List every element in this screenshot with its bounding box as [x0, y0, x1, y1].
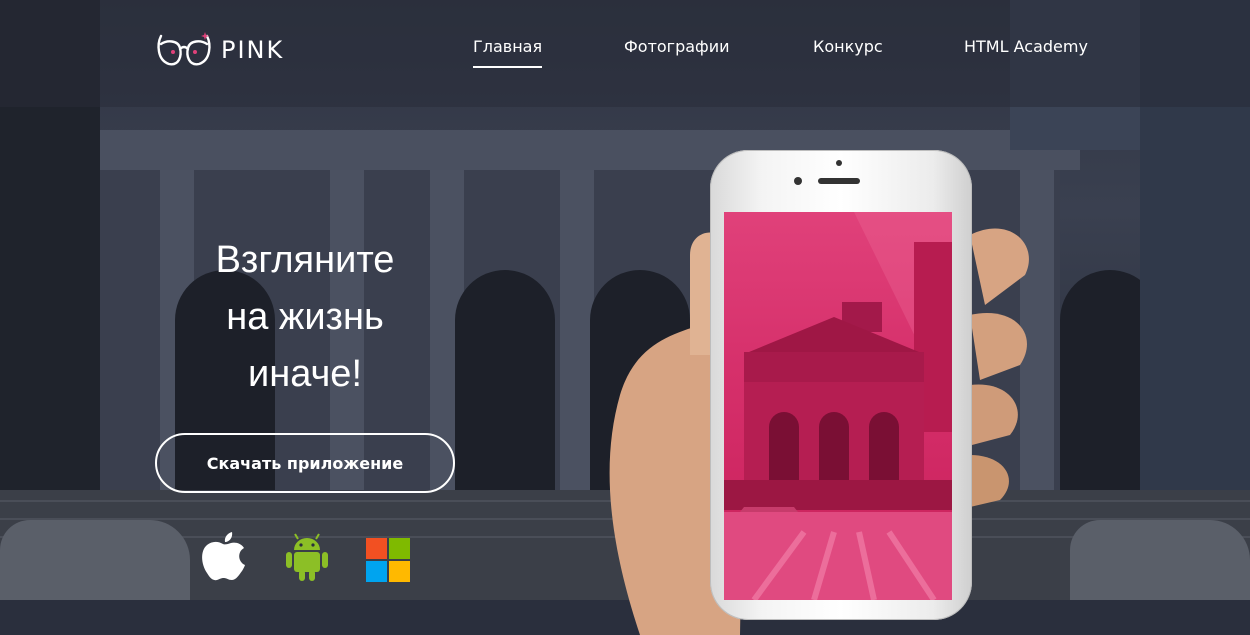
- nav-item-photos[interactable]: Фотографии: [624, 37, 730, 66]
- phone-speaker: [818, 178, 860, 184]
- hero-headline: Взгляните на жизнь иначе!: [160, 232, 450, 403]
- headline-line: Взгляните: [215, 239, 395, 281]
- phone-screen: [724, 212, 952, 600]
- main-nav: Главная Фотографии Конкурс HTML Academy: [0, 37, 1250, 77]
- phone-camera: [794, 177, 802, 185]
- phone-sensor: [836, 160, 842, 166]
- windows-icon[interactable]: [366, 538, 410, 582]
- android-icon[interactable]: [285, 532, 329, 582]
- headline-line: иначе!: [248, 353, 362, 395]
- download-app-button[interactable]: Скачать приложение: [155, 433, 455, 493]
- nav-item-contest[interactable]: Конкурс: [813, 37, 883, 66]
- headline-line: на жизнь: [226, 296, 384, 338]
- taxi-car: [1070, 520, 1250, 600]
- apple-icon[interactable]: [198, 530, 248, 582]
- nav-item-html-academy[interactable]: HTML Academy: [964, 37, 1088, 66]
- store-icons: [0, 530, 600, 590]
- library-photo-pink: [724, 212, 952, 600]
- nav-item-home[interactable]: Главная: [473, 37, 543, 68]
